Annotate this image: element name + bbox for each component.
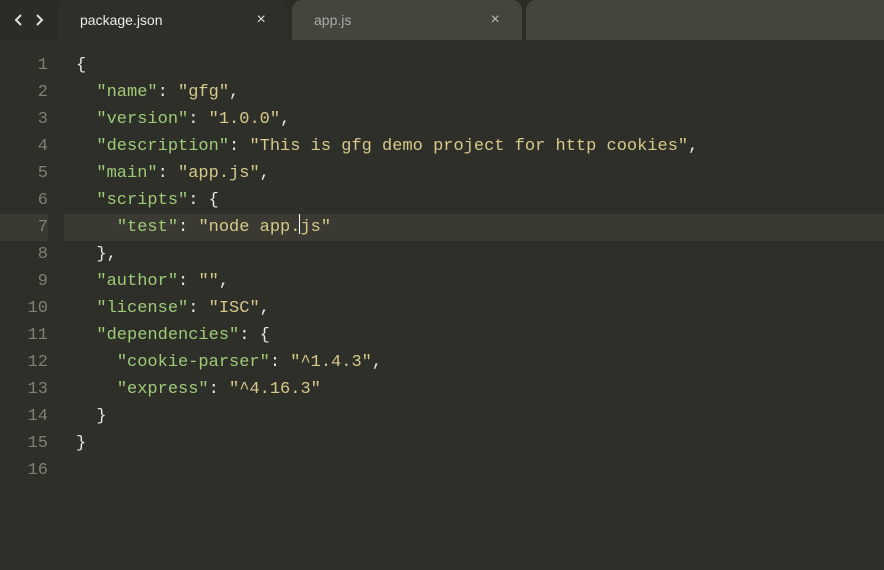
token-punc: :	[178, 218, 198, 237]
token-punc: :	[229, 137, 249, 156]
token-punc: {	[260, 326, 270, 345]
token-punc: :	[188, 299, 208, 318]
token-key: "dependencies"	[96, 326, 239, 345]
token-punc: ,	[688, 137, 698, 156]
nav-forward-icon[interactable]	[32, 13, 46, 27]
token-key: "scripts"	[96, 191, 188, 210]
close-icon[interactable]: ×	[252, 10, 270, 30]
token-key: "author"	[96, 272, 178, 291]
token-punc: },	[96, 245, 116, 264]
code-line[interactable]: {	[64, 52, 884, 79]
token-str: "app.js"	[178, 164, 260, 183]
token-str: ""	[198, 272, 218, 291]
token-str: "gfg"	[178, 83, 229, 102]
token-key: "name"	[96, 83, 157, 102]
token-punc: {	[76, 56, 86, 75]
tab-bar-empty	[526, 0, 884, 40]
code-line[interactable]: "cookie-parser": "^1.4.3",	[64, 349, 884, 376]
token-str: "This is gfg demo project for http cooki…	[249, 137, 688, 156]
code-line[interactable]: "version": "1.0.0",	[64, 106, 884, 133]
token-punc: :	[158, 83, 178, 102]
token-key: "cookie-parser"	[117, 353, 270, 372]
token-punc: ,	[219, 272, 229, 291]
token-punc: :	[209, 380, 229, 399]
token-punc: {	[209, 191, 219, 210]
text-cursor	[299, 214, 300, 234]
line-number: 12	[0, 349, 48, 376]
editor[interactable]: 12345678910111213141516 { "name": "gfg",…	[0, 40, 884, 570]
token-punc: :	[239, 326, 259, 345]
line-number: 4	[0, 133, 48, 160]
token-punc: :	[188, 110, 208, 129]
nav-back-icon[interactable]	[12, 13, 26, 27]
token-punc: :	[158, 164, 178, 183]
token-key: "license"	[96, 299, 188, 318]
token-key: "test"	[117, 218, 178, 237]
token-punc: ,	[280, 110, 290, 129]
line-number: 10	[0, 295, 48, 322]
token-punc: }	[76, 434, 86, 453]
token-str: "^4.16.3"	[229, 380, 321, 399]
code-line[interactable]: "name": "gfg",	[64, 79, 884, 106]
line-number: 1	[0, 52, 48, 79]
token-key: "description"	[96, 137, 229, 156]
token-str: "^1.4.3"	[290, 353, 372, 372]
code-line[interactable]: "test": "node app.js"	[64, 214, 884, 241]
line-number: 6	[0, 187, 48, 214]
token-key: "main"	[96, 164, 157, 183]
code-line[interactable]: "license": "ISC",	[64, 295, 884, 322]
code-line[interactable]: "author": "",	[64, 268, 884, 295]
token-str: "node app.js"	[198, 218, 331, 237]
token-punc: :	[188, 191, 208, 210]
tab-app-js[interactable]: app.js ×	[292, 0, 522, 40]
code-line[interactable]: }	[64, 430, 884, 457]
code-area[interactable]: { "name": "gfg", "version": "1.0.0", "de…	[64, 40, 884, 570]
tab-label: package.json	[80, 12, 252, 28]
line-number: 13	[0, 376, 48, 403]
token-key: "express"	[117, 380, 209, 399]
code-line[interactable]: "description": "This is gfg demo project…	[64, 133, 884, 160]
line-number: 11	[0, 322, 48, 349]
line-number: 2	[0, 79, 48, 106]
code-line[interactable]: "main": "app.js",	[64, 160, 884, 187]
gutter: 12345678910111213141516	[0, 40, 64, 570]
line-number: 7	[0, 214, 48, 241]
line-number: 9	[0, 268, 48, 295]
close-icon[interactable]: ×	[486, 10, 504, 30]
code-line[interactable]: "express": "^4.16.3"	[64, 376, 884, 403]
token-punc: ,	[260, 164, 270, 183]
line-number: 8	[0, 241, 48, 268]
token-punc: ,	[372, 353, 382, 372]
tab-package-json[interactable]: package.json ×	[58, 0, 288, 40]
token-str: "ISC"	[209, 299, 260, 318]
token-punc: }	[96, 407, 106, 426]
code-line[interactable]: "scripts": {	[64, 187, 884, 214]
code-line[interactable]: },	[64, 241, 884, 268]
code-line[interactable]: "dependencies": {	[64, 322, 884, 349]
line-number: 3	[0, 106, 48, 133]
token-key: "version"	[96, 110, 188, 129]
line-number: 5	[0, 160, 48, 187]
token-punc: ,	[260, 299, 270, 318]
line-number: 16	[0, 457, 48, 484]
nav-arrows	[0, 0, 58, 40]
title-bar: package.json × app.js ×	[0, 0, 884, 40]
code-line[interactable]	[64, 457, 884, 484]
token-str: "1.0.0"	[209, 110, 280, 129]
token-punc: :	[270, 353, 290, 372]
token-punc: :	[178, 272, 198, 291]
code-line[interactable]: }	[64, 403, 884, 430]
line-number: 14	[0, 403, 48, 430]
tab-label: app.js	[314, 12, 486, 28]
token-punc: ,	[229, 83, 239, 102]
tab-bar: package.json × app.js ×	[58, 0, 884, 40]
line-number: 15	[0, 430, 48, 457]
